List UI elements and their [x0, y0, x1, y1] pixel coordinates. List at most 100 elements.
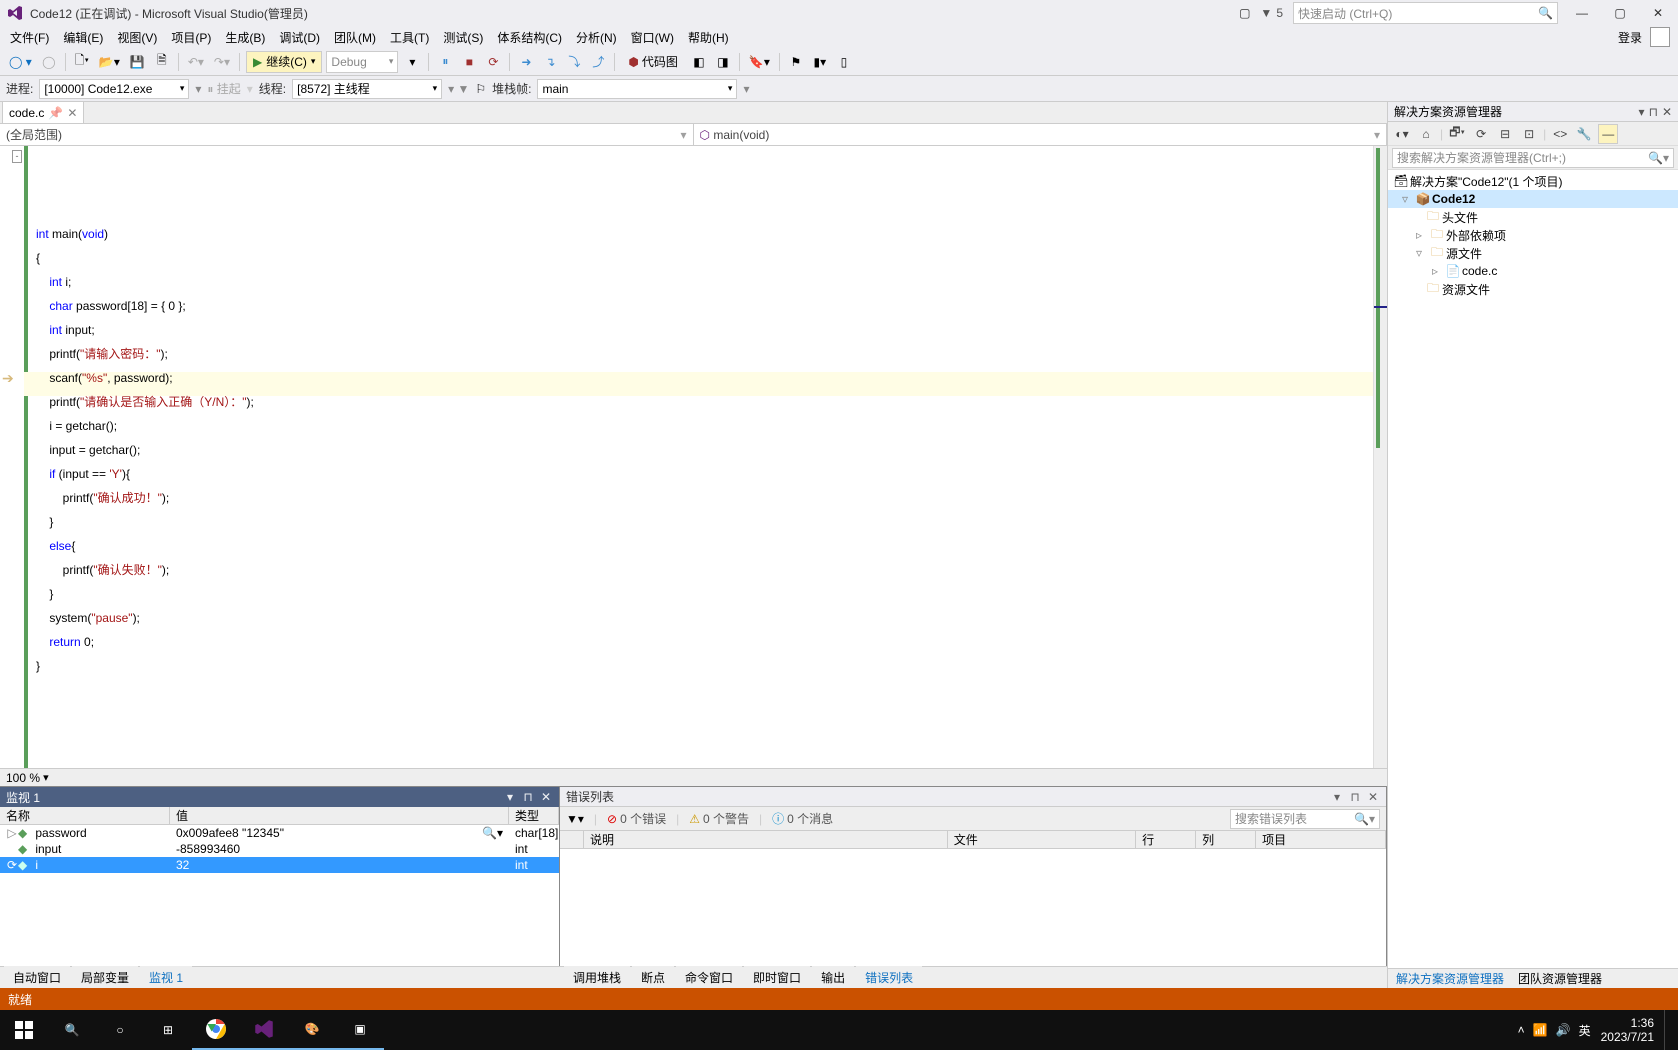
watch-row[interactable]: ◆ input -858993460 int: [0, 841, 559, 857]
pin-icon[interactable]: 📌: [48, 106, 63, 120]
new-project-button[interactable]: 🗋▾: [72, 51, 92, 73]
menu-window[interactable]: 窗口(W): [625, 27, 680, 48]
sol-preview-icon[interactable]: —: [1598, 124, 1618, 144]
sol-properties-icon[interactable]: 🔧: [1574, 124, 1594, 144]
magnify-icon[interactable]: 🔍▾: [482, 826, 503, 840]
ime-indicator[interactable]: 英: [1579, 1022, 1591, 1039]
filter-icon[interactable]: ▼▾: [566, 812, 584, 826]
quick-launch-input[interactable]: 快速启动 (Ctrl+Q) 🔍: [1293, 2, 1558, 24]
menu-file[interactable]: 文件(F): [4, 27, 55, 48]
col-col[interactable]: 列: [1196, 831, 1256, 848]
solution-tree[interactable]: 🗃解决方案"Code12"(1 个项目) ▿📦Code12 🗀头文件 ▹🗀外部依…: [1388, 170, 1678, 968]
tab-team-explorer[interactable]: 团队资源管理器: [1514, 970, 1606, 987]
vs-taskbar-icon[interactable]: [240, 1010, 288, 1050]
errors-chip[interactable]: ⊘0 个错误: [607, 810, 666, 827]
messages-chip[interactable]: ⓘ0 个消息: [772, 810, 833, 827]
dropdown-icon[interactable]: ▾: [503, 790, 517, 804]
cortana-button[interactable]: ○: [96, 1010, 144, 1050]
collapse-toggle[interactable]: -: [12, 150, 22, 163]
tab-breakpoints[interactable]: 断点: [632, 966, 674, 989]
menu-analyze[interactable]: 分析(N): [570, 27, 623, 48]
save-layout-icon[interactable]: [1650, 27, 1670, 47]
col-file[interactable]: 文件: [948, 831, 1136, 848]
sol-sync-icon[interactable]: 🗗▾: [1447, 124, 1467, 144]
step-out-button[interactable]: ⤴: [588, 51, 608, 73]
tab-callstack[interactable]: 调用堆栈: [564, 966, 630, 989]
dropdown-icon[interactable]: ▾: [1639, 105, 1645, 119]
menu-project[interactable]: 项目(P): [165, 27, 217, 48]
login-link[interactable]: 登录: [1618, 29, 1642, 46]
watch-col-type[interactable]: 类型: [509, 807, 559, 824]
warnings-chip[interactable]: ⚠0 个警告: [689, 810, 749, 827]
sol-back-icon[interactable]: ◐▾: [1392, 124, 1412, 144]
tb-extra2[interactable]: ◨: [713, 51, 733, 73]
watch-col-name[interactable]: 名称: [0, 807, 170, 824]
zoom-selector[interactable]: 100 % ▾: [0, 768, 1387, 786]
errorlist-search[interactable]: 搜索错误列表🔍▾: [1230, 809, 1380, 829]
sol-code-icon[interactable]: <>: [1550, 124, 1570, 144]
show-desktop[interactable]: [1664, 1010, 1668, 1050]
config-dropdown[interactable]: Debug▾: [326, 51, 398, 73]
code-text[interactable]: int main(void) { int i; char password[18…: [24, 146, 1387, 768]
redo-button[interactable]: ↷▾: [211, 51, 233, 73]
find-button[interactable]: 🔖▾: [746, 51, 773, 73]
file-tab-codec[interactable]: code.c 📌 ✕: [2, 101, 84, 123]
sol-home-icon[interactable]: ⌂: [1416, 124, 1436, 144]
tb-extra1[interactable]: ◧: [689, 51, 709, 73]
process-dropdown[interactable]: [10000] Code12.exe▾: [39, 79, 189, 99]
taskbar-clock[interactable]: 1:36 2023/7/21: [1601, 1016, 1654, 1044]
search-button[interactable]: 🔍: [48, 1010, 96, 1050]
col-proj[interactable]: 项目: [1256, 831, 1386, 848]
continue-button[interactable]: ▶继续(C)▾: [246, 51, 322, 73]
watch-col-value[interactable]: 值: [170, 807, 509, 824]
close-button[interactable]: ✕: [1644, 2, 1672, 24]
nav-back-button[interactable]: ◯ ▾: [6, 51, 35, 73]
tray-up-icon[interactable]: ˄: [1518, 1023, 1525, 1037]
maximize-button[interactable]: ▢: [1606, 2, 1634, 24]
dropdown-icon[interactable]: ▾: [1330, 790, 1344, 804]
tb-flag1[interactable]: ⚑: [786, 51, 806, 73]
col-line[interactable]: 行: [1136, 831, 1196, 848]
menu-build[interactable]: 生成(B): [219, 27, 271, 48]
step-over-button[interactable]: ⤵: [564, 51, 584, 73]
restart-button[interactable]: ⟳: [483, 51, 503, 73]
feedback-icon[interactable]: ▢: [1239, 6, 1250, 20]
tree-resource[interactable]: 🗀资源文件: [1388, 280, 1678, 298]
tree-solution[interactable]: 🗃解决方案"Code12"(1 个项目): [1388, 172, 1678, 190]
sol-collapse-icon[interactable]: ⊟: [1495, 124, 1515, 144]
paint-taskbar-icon[interactable]: 🎨: [288, 1010, 336, 1050]
tab-command[interactable]: 命令窗口: [676, 966, 742, 989]
tb-flag3[interactable]: ▯: [834, 51, 854, 73]
step-into-button[interactable]: ↴: [540, 51, 560, 73]
break-all-button[interactable]: ⏸: [435, 51, 455, 73]
menu-debug[interactable]: 调试(D): [273, 27, 326, 48]
sol-showall-icon[interactable]: ⊡: [1519, 124, 1539, 144]
stackframe-dropdown[interactable]: main▾: [537, 79, 737, 99]
flags-icon[interactable]: ⚐: [475, 82, 486, 96]
tab-solution-explorer[interactable]: 解决方案资源管理器: [1392, 970, 1508, 987]
tab-watch1[interactable]: 监视 1: [140, 966, 192, 989]
tree-project[interactable]: ▿📦Code12: [1388, 190, 1678, 208]
solution-search-input[interactable]: 搜索解决方案资源管理器(Ctrl+;)🔍▾: [1392, 148, 1674, 168]
menu-help[interactable]: 帮助(H): [682, 27, 735, 48]
start-button[interactable]: [0, 1010, 48, 1050]
scope-left[interactable]: (全局范围)▾: [0, 124, 694, 145]
tab-close-icon[interactable]: ✕: [67, 106, 77, 120]
close-panel-icon[interactable]: ✕: [1662, 105, 1672, 119]
sol-refresh-icon[interactable]: ⟳: [1471, 124, 1491, 144]
menu-arch[interactable]: 体系结构(C): [491, 27, 568, 48]
thread-dropdown[interactable]: [8572] 主线程▾: [292, 79, 442, 99]
console-taskbar-icon[interactable]: ▣: [336, 1010, 384, 1050]
pin-panel-icon[interactable]: ⊓: [1649, 105, 1658, 119]
taskview-button[interactable]: ⊞: [144, 1010, 192, 1050]
col-desc[interactable]: 说明: [584, 831, 948, 848]
code-editor[interactable]: - ➔ int main(void) { int i; char passwor…: [0, 146, 1387, 768]
pin-panel-icon[interactable]: ⊓: [521, 790, 535, 804]
show-next-button[interactable]: ➜: [516, 51, 536, 73]
tray[interactable]: ˄ 📶 🔊 英: [1518, 1022, 1591, 1039]
notifications[interactable]: ▼5: [1260, 6, 1283, 20]
save-button[interactable]: 💾: [127, 51, 148, 73]
open-file-button[interactable]: 📂▾: [96, 51, 123, 73]
undo-button[interactable]: ↶▾: [185, 51, 207, 73]
tree-source[interactable]: ▿🗀源文件: [1388, 244, 1678, 262]
